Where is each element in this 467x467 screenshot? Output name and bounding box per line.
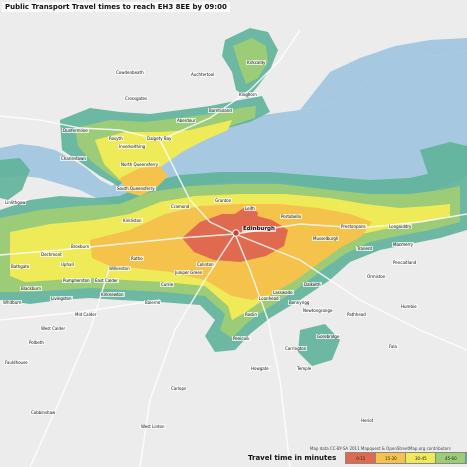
place-wilkieston[interactable]: Wilkieston — [108, 266, 131, 271]
place-dunfermline[interactable]: Dunfermline — [62, 128, 89, 133]
place-west-linton[interactable]: West Linton — [140, 424, 166, 429]
place-pathhead[interactable]: Pathhead — [346, 312, 367, 317]
place-east-calder[interactable]: East Calder — [94, 278, 119, 283]
map-title: Public Transport Travel times to reach E… — [2, 2, 230, 12]
destination-marker[interactable] — [232, 229, 240, 237]
place-howgate[interactable]: Howgate — [250, 366, 270, 371]
place-carrington[interactable]: Carrington — [284, 346, 308, 351]
place-carlops[interactable]: Carlops — [170, 386, 188, 391]
place-kirkcaldy[interactable]: Kirkcaldy — [246, 60, 267, 65]
place-rosyth[interactable]: Rosyth — [108, 136, 124, 141]
travel-time-legend: Travel time in minutes 0-15 15-30 30-45 … — [248, 452, 467, 464]
place-balerno[interactable]: Balerno — [144, 300, 162, 305]
legend-band-45-60: 45-60 — [435, 452, 467, 464]
place-musselburgh[interactable]: Musselburgh — [312, 236, 340, 241]
place-kirkliston[interactable]: Kirkliston — [122, 218, 143, 223]
place-crossgates[interactable]: Crossgates — [124, 96, 149, 101]
place-juniper-green[interactable]: Juniper Green — [174, 270, 204, 275]
place-edinburgh[interactable]: Edinburgh — [242, 226, 276, 232]
place-macmerry[interactable]: Macmerry — [392, 242, 415, 247]
place-blackburn[interactable]: Blackburn — [20, 286, 43, 291]
legend-swatches: 0-15 15-30 30-45 45-60 60-75 — [345, 452, 467, 464]
place-ormiston[interactable]: Ormiston — [366, 274, 387, 279]
place-whitburn[interactable]: Whitburn — [2, 300, 23, 305]
place-polbeth[interactable]: Polbeth — [28, 340, 45, 345]
legend-band-0-15: 0-15 — [345, 452, 377, 464]
place-penicuik[interactable]: Penicuik — [232, 336, 251, 341]
place-prestonpans[interactable]: Prestonpans — [340, 224, 367, 229]
place-cobbinshaw[interactable]: Cobbinshaw — [30, 410, 57, 415]
place-lasswade[interactable]: Lasswade — [272, 290, 294, 295]
place-newtongrange[interactable]: Newtongrange — [302, 308, 334, 313]
place-west-calder[interactable]: West Calder — [40, 326, 67, 331]
place-linlithgow[interactable]: Linlithgow — [4, 200, 27, 205]
place-loanhead[interactable]: Loanhead — [258, 296, 280, 301]
place-broxburn[interactable]: Broxburn — [70, 244, 91, 249]
place-cowdenbeath[interactable]: Cowdenbeath — [115, 70, 145, 75]
place-bathgate[interactable]: Bathgate — [10, 264, 31, 269]
place-inverkeithing[interactable]: Inverkeithing — [118, 144, 147, 149]
place-fauldhouse[interactable]: Fauldhouse — [4, 360, 29, 365]
place-heriot[interactable]: Heriot — [360, 418, 375, 423]
place-uphall[interactable]: Uphall — [60, 262, 75, 267]
legend-band-30-45: 30-45 — [405, 452, 437, 464]
place-burntisland[interactable]: Burntisland — [208, 108, 233, 113]
place-fala[interactable]: Fala — [388, 344, 398, 349]
place-north-queensferry[interactable]: North Queensferry — [120, 162, 160, 167]
legend-band-15-30: 15-30 — [375, 452, 407, 464]
map-attribution: Map data CC-BY-SA 2011 Mapquest & OpenSt… — [310, 446, 451, 451]
place-dechmont[interactable]: Dechmont — [40, 252, 63, 257]
place-gorebridge[interactable]: Gorebridge — [316, 334, 341, 339]
place-tranent[interactable]: Tranent — [356, 246, 374, 251]
place-livingston[interactable]: Livingston — [50, 296, 73, 301]
map-canvas[interactable] — [0, 0, 467, 467]
place-pumpherston[interactable]: Pumpherston — [62, 278, 91, 283]
place-kinghorn[interactable]: Kinghorn — [238, 92, 258, 97]
place-humbie[interactable]: Humbie — [400, 304, 418, 309]
place-leith[interactable]: Leith — [244, 206, 256, 211]
place-granton[interactable]: Granton — [214, 198, 233, 203]
place-kirknewton[interactable]: Kirknewton — [100, 292, 125, 297]
place-auchtertool[interactable]: Auchtertool — [190, 72, 216, 77]
place-currie[interactable]: Currie — [160, 282, 175, 287]
place-longniddry[interactable]: Longniddry — [388, 224, 413, 229]
place-colinton[interactable]: Colinton — [196, 262, 215, 267]
place-aberdour[interactable]: Aberdour — [176, 118, 197, 123]
place-ratho[interactable]: Ratho — [130, 256, 144, 261]
place-bonnyrigg[interactable]: Bonnyrigg — [288, 300, 311, 305]
place-cramond[interactable]: Cramond — [170, 204, 191, 209]
place-mid-calder[interactable]: Mid Calder — [74, 312, 98, 317]
place-portobello[interactable]: Portobello — [280, 214, 303, 219]
place-roslin[interactable]: Roslin — [244, 312, 258, 317]
place-dalkeith[interactable]: Dalkeith — [303, 282, 322, 287]
place-temple[interactable]: Temple — [296, 366, 313, 371]
place-pencaitland[interactable]: Pencaitland — [392, 260, 418, 265]
legend-title: Travel time in minutes — [248, 454, 337, 462]
map-frame[interactable]: Public Transport Travel times to reach E… — [0, 0, 467, 467]
place-south-queensferry[interactable]: South Queensferry — [116, 186, 156, 191]
place-dalgety-bay[interactable]: Dalgety Bay — [146, 136, 173, 141]
place-charlestown[interactable]: Charlestown — [60, 156, 87, 161]
